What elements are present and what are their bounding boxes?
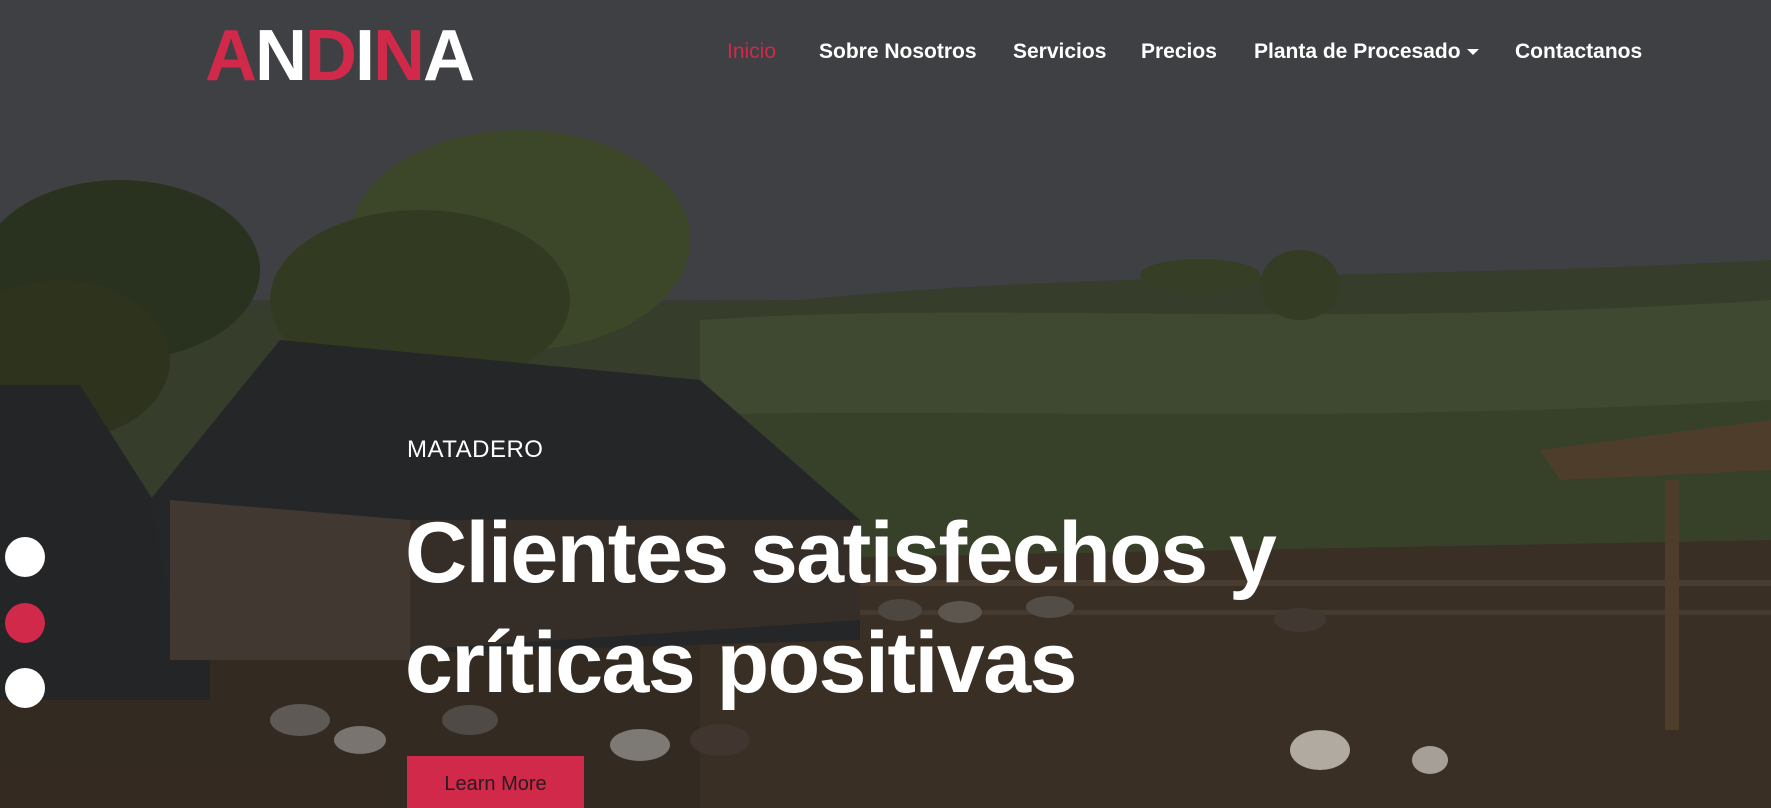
nav-item-label: Planta de Procesado xyxy=(1254,40,1461,63)
nav-item-contactanos[interactable]: Contactanos xyxy=(1515,40,1642,64)
logo-letter: A xyxy=(205,16,257,96)
hero-headline-line-1: Clientes satisfechos y xyxy=(405,505,1277,601)
logo-letter: N xyxy=(255,16,307,96)
logo-letter: A xyxy=(423,16,475,96)
learn-more-button[interactable]: Learn More xyxy=(407,756,584,808)
carousel-indicator-1[interactable] xyxy=(5,537,45,577)
nav-item-inicio[interactable]: Inicio xyxy=(727,40,776,64)
hero-headline-line-2: críticas positivas xyxy=(405,615,1077,711)
nav-item-servicios[interactable]: Servicios xyxy=(1013,40,1106,64)
carousel-indicators xyxy=(5,537,45,717)
hero-eyebrow: MATADERO xyxy=(407,436,544,463)
carousel-indicator-3[interactable] xyxy=(5,668,45,708)
logo-letter: D xyxy=(305,16,357,96)
hero-section: ANDINA Inicio Sobre Nosotros Servicios P… xyxy=(0,0,1771,808)
nav-item-planta-de-procesado[interactable]: Planta de Procesado xyxy=(1254,40,1479,64)
logo-letter: N xyxy=(373,16,425,96)
nav-item-precios[interactable]: Precios xyxy=(1141,40,1217,64)
nav-item-sobre-nosotros[interactable]: Sobre Nosotros xyxy=(819,40,977,64)
carousel-indicator-2[interactable] xyxy=(5,603,45,643)
navbar: ANDINA Inicio Sobre Nosotros Servicios P… xyxy=(0,0,1771,110)
logo-letter: I xyxy=(355,16,375,96)
hero-headline: Clientes satisfechos y críticas positiva… xyxy=(405,498,1505,718)
andina-logo[interactable]: ANDINA xyxy=(205,16,475,96)
caret-down-icon xyxy=(1466,49,1479,56)
